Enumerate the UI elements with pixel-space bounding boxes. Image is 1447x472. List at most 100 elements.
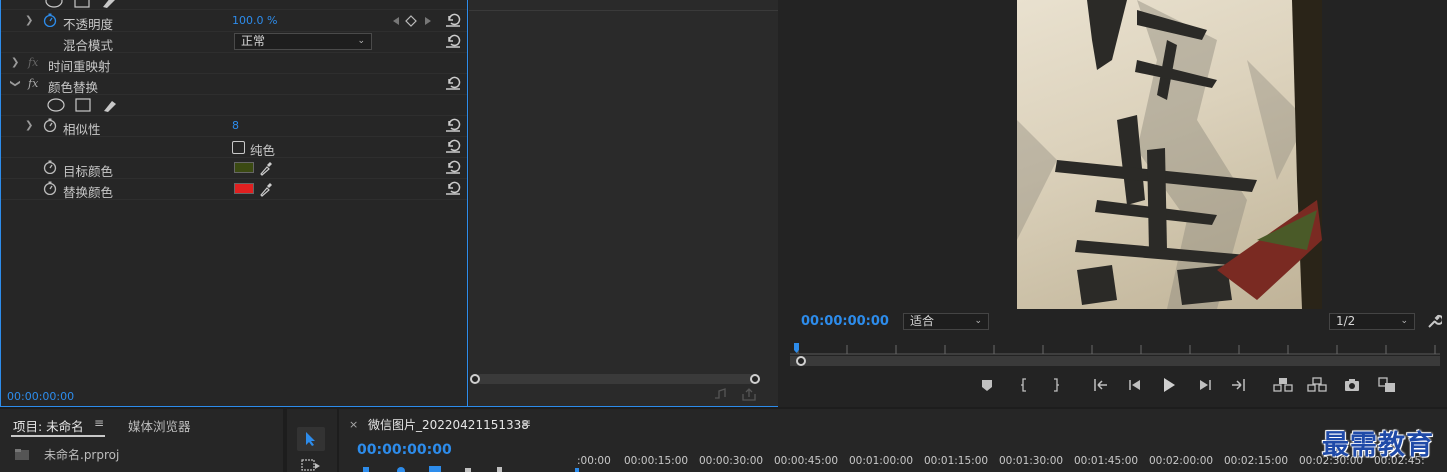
export-icon[interactable] [741, 388, 757, 402]
target-color-row: 目标颜色 [1, 158, 467, 179]
stopwatch-icon[interactable] [43, 181, 57, 195]
effect-controls-properties: ❯ 不透明度 100.0 % 混合模式 正常 ⌄ ❯ fx 时间重映射 ❯ fx… [1, 0, 468, 406]
fit-dropdown[interactable]: 适合 ⌄ [903, 313, 989, 330]
time-remap-label: 时间重映射 [48, 59, 111, 74]
reset-icon[interactable] [445, 159, 461, 175]
stopwatch-icon[interactable] [43, 118, 57, 132]
close-tab-icon[interactable]: × [349, 418, 358, 431]
color-replace-label: 颜色替换 [48, 80, 99, 95]
reset-icon[interactable] [445, 117, 461, 133]
scroll-handle-left[interactable] [470, 374, 480, 384]
scroll-handle-right[interactable] [750, 374, 760, 384]
chevron-down-icon: ⌄ [1400, 316, 1408, 326]
resolution-dropdown[interactable]: 1/2 ⌄ [1329, 313, 1415, 330]
chevron-down-icon: ⌄ [357, 36, 365, 46]
expand-chevron-icon[interactable]: ❯ [11, 57, 19, 68]
play-icon[interactable] [1162, 377, 1176, 393]
keyframe-navigator-icon[interactable] [391, 15, 435, 27]
color-replace-row: ❯ fx 颜色替换 [1, 74, 467, 95]
go-to-in-icon[interactable] [1093, 378, 1109, 392]
mask-tools-row-top [1, 0, 467, 10]
timeline-tick-label: 00:01:45:00 [1074, 455, 1139, 467]
stopwatch-icon[interactable] [43, 160, 57, 174]
solid-colors-label: 纯色 [250, 143, 276, 158]
timeline-tick-label: :00:00 [577, 455, 611, 467]
mask-shape-icons[interactable] [45, 0, 125, 10]
timeline-tick-label: 00:00:15:00 [624, 455, 689, 467]
blend-mode-label: 混合模式 [63, 38, 114, 53]
timeline-toolbar-icons[interactable] [359, 465, 519, 472]
effect-controls-timeline[interactable] [469, 0, 778, 406]
program-time-ruler[interactable] [790, 340, 1440, 368]
collapse-chevron-icon[interactable]: ❯ [10, 79, 21, 87]
target-color-label: 目标颜色 [63, 164, 114, 179]
opacity-value[interactable]: 100.0 % [232, 14, 277, 27]
sequence-tab[interactable]: 微信图片_20220421151338 [368, 416, 529, 433]
tab-media-browser[interactable]: 媒体浏览器 [128, 416, 191, 435]
similarity-label: 相似性 [63, 122, 101, 137]
reset-icon[interactable] [445, 75, 461, 91]
audio-filter-icon[interactable] [713, 388, 729, 402]
blend-mode-row: 混合模式 正常 ⌄ [1, 32, 467, 53]
fx-badge: fx [28, 56, 39, 69]
comparison-view-icon[interactable] [1378, 377, 1396, 393]
fit-value: 适合 [910, 314, 935, 328]
chevron-down-icon: ⌄ [974, 316, 982, 326]
timeline-tick-label: 00:02:00:00 [1149, 455, 1214, 467]
reset-icon[interactable] [445, 12, 461, 28]
add-marker-icon[interactable] [980, 378, 994, 392]
blend-mode-value: 正常 [241, 34, 266, 48]
effect-controls-timecode[interactable]: 00:00:00:00 [7, 390, 74, 403]
tools-panel [287, 409, 337, 472]
solid-colors-row: 纯色 [1, 137, 467, 158]
export-frame-icon[interactable] [1344, 378, 1360, 392]
opacity-row: ❯ 不透明度 100.0 % [1, 11, 467, 32]
fx-badge: fx [28, 77, 39, 90]
video-preview-image [1017, 0, 1322, 309]
reset-icon[interactable] [445, 180, 461, 196]
mark-in-icon[interactable] [1017, 378, 1031, 392]
effect-controls-panel: ❯ 不透明度 100.0 % 混合模式 正常 ⌄ ❯ fx 时间重映射 ❯ fx… [0, 0, 778, 407]
blend-mode-dropdown[interactable]: 正常 ⌄ [234, 33, 372, 50]
panel-menu-icon[interactable]: ≡ [521, 416, 531, 430]
arrow-cursor-icon [306, 432, 315, 446]
go-to-out-icon[interactable] [1230, 378, 1246, 392]
reset-icon[interactable] [445, 138, 461, 154]
watermark-logo: 最需教育 [1322, 430, 1434, 461]
selection-tool-button[interactable] [297, 427, 325, 451]
step-forward-icon[interactable] [1198, 378, 1212, 392]
tab-project[interactable]: 项目: 未命名 [13, 416, 84, 435]
stopwatch-icon[interactable] [43, 13, 57, 27]
expand-chevron-icon[interactable]: ❯ [25, 15, 33, 26]
track-select-icon[interactable] [301, 459, 321, 472]
replace-color-row: 替换颜色 [1, 179, 467, 200]
project-file-icon [15, 449, 29, 460]
timeline-tick-label: 00:00:30:00 [699, 455, 764, 467]
zoom-scrollbar[interactable] [470, 374, 760, 384]
target-color-swatch[interactable] [234, 162, 254, 173]
replace-color-swatch[interactable] [234, 183, 254, 194]
solid-colors-checkbox[interactable] [232, 141, 245, 154]
mask-shape-icons[interactable] [47, 98, 127, 114]
wrench-icon[interactable] [1426, 313, 1442, 329]
opacity-label: 不透明度 [63, 17, 114, 32]
mask-tools-row [1, 95, 467, 116]
extract-icon[interactable] [1307, 377, 1327, 393]
lift-icon[interactable] [1273, 377, 1293, 393]
playhead-marker[interactable] [575, 468, 579, 472]
project-panel: 项目: 未命名 ≡ 媒体浏览器 未命名.prproj [0, 409, 283, 472]
timeline-tick-label: 00:02:15:00 [1224, 455, 1289, 467]
step-back-icon[interactable] [1128, 378, 1142, 392]
project-file-name[interactable]: 未命名.prproj [44, 446, 119, 463]
eyedropper-icon[interactable] [259, 181, 273, 197]
eyedropper-icon[interactable] [259, 160, 273, 176]
timeline-tick-label: 00:00:45:00 [774, 455, 839, 467]
reset-icon[interactable] [445, 33, 461, 49]
mark-out-icon[interactable] [1049, 378, 1063, 392]
program-timecode[interactable]: 00:00:00:00 [801, 314, 889, 329]
timeline-tick-label: 00:01:00:00 [849, 455, 914, 467]
timeline-timecode[interactable]: 00:00:00:00 [357, 442, 452, 458]
expand-chevron-icon[interactable]: ❯ [25, 120, 33, 131]
panel-menu-icon[interactable]: ≡ [94, 416, 104, 430]
similarity-value[interactable]: 8 [232, 119, 239, 132]
